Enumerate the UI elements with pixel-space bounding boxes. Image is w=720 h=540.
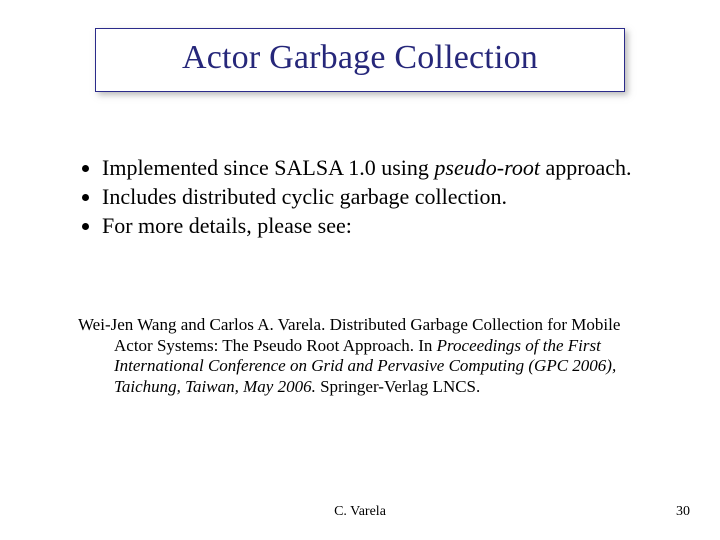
bullet-text: For more details, please see: (102, 213, 352, 238)
footer-author: C. Varela (0, 504, 720, 520)
bullet-text-post: approach. (540, 155, 632, 180)
bullet-text: Implemented since SALSA 1.0 using (102, 155, 434, 180)
bullet-em: pseudo-root (434, 155, 540, 180)
ref-tail: Springer-Verlag LNCS. (316, 377, 480, 396)
list-item: Includes distributed cyclic garbage coll… (102, 184, 648, 211)
footer-page-number: 30 (676, 504, 690, 520)
reference-block: Wei-Jen Wang and Carlos A. Varela. Distr… (78, 315, 653, 398)
title-box: Actor Garbage Collection (95, 28, 625, 92)
bullet-list: Implemented since SALSA 1.0 using pseudo… (78, 155, 648, 239)
list-item: For more details, please see: (102, 213, 648, 240)
list-item: Implemented since SALSA 1.0 using pseudo… (102, 155, 648, 182)
reference-text: Wei-Jen Wang and Carlos A. Varela. Distr… (78, 315, 653, 398)
slide-title: Actor Garbage Collection (96, 39, 624, 77)
body: Implemented since SALSA 1.0 using pseudo… (78, 155, 648, 241)
bullet-text: Includes distributed cyclic garbage coll… (102, 184, 507, 209)
slide: Actor Garbage Collection Implemented sin… (0, 0, 720, 540)
